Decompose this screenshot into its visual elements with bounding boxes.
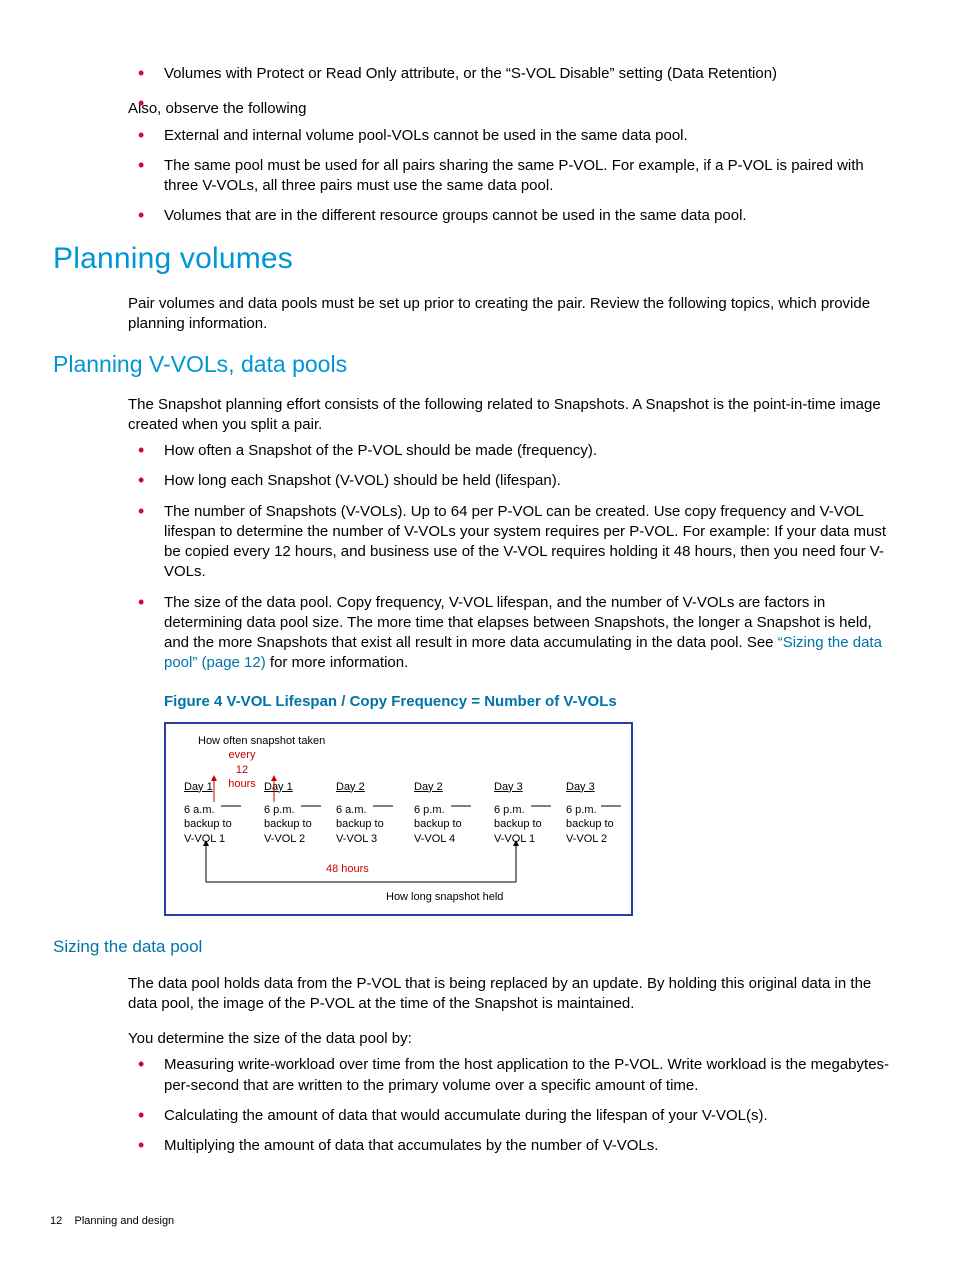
fig-bottom-label: How long snapshot held <box>386 890 503 905</box>
fig-red-48hours: 48 hours <box>326 862 369 877</box>
list-item: Volumes with Protect or Read Only attrib… <box>128 64 900 84</box>
list-item: Volumes that are in the different resour… <box>128 206 900 226</box>
h3-paragraph-2: You determine the size of the data pool … <box>128 1029 900 1049</box>
list-item: Calculating the amount of data that woul… <box>128 1106 900 1126</box>
fig-svg-lines <box>166 724 631 914</box>
also-bullet-list: External and internal volume pool-VOLs c… <box>128 126 900 227</box>
list-item: The same pool must be used for all pairs… <box>128 156 900 197</box>
page-footer: 12 Planning and design <box>50 1214 174 1229</box>
h3-bullet-list: Measuring write-workload over time from … <box>128 1055 900 1156</box>
list-item: How long each Snapshot (V-VOL) should be… <box>128 471 900 491</box>
heading-sizing-data-pool: Sizing the data pool <box>53 936 900 959</box>
bullet-text-pre: The size of the data pool. Copy frequenc… <box>164 594 872 652</box>
bullet-text-post: for more information. <box>266 654 409 671</box>
heading-planning-vvols: Planning V-VOLs, data pools <box>53 349 900 380</box>
list-item: How often a Snapshot of the P-VOL should… <box>128 441 900 461</box>
list-item: External and internal volume pool-VOLs c… <box>128 126 900 146</box>
footer-page-number: 12 <box>50 1215 62 1227</box>
also-intro: Also, observe the following <box>128 99 900 119</box>
figure-4-diagram: How often snapshot taken every 12 hours … <box>164 722 633 916</box>
list-item: The size of the data pool. Copy frequenc… <box>128 593 900 674</box>
list-item: Measuring write-workload over time from … <box>128 1055 900 1096</box>
list-item: Multiplying the amount of data that accu… <box>128 1136 900 1156</box>
h3-paragraph-1: The data pool holds data from the P-VOL … <box>128 974 900 1015</box>
h1-paragraph: Pair volumes and data pools must be set … <box>128 294 900 335</box>
list-item: The number of Snapshots (V-VOLs). Up to … <box>128 502 900 583</box>
top-bullet-list: Volumes with Protect or Read Only attrib… <box>128 64 900 84</box>
figure-caption: Figure 4 V-VOL Lifespan / Copy Frequency… <box>164 692 900 712</box>
h2-paragraph: The Snapshot planning effort consists of… <box>128 395 900 436</box>
heading-planning-volumes: Planning volumes <box>53 239 900 280</box>
h2-bullet-list: How often a Snapshot of the P-VOL should… <box>128 441 900 674</box>
footer-section-title: Planning and design <box>74 1215 174 1227</box>
